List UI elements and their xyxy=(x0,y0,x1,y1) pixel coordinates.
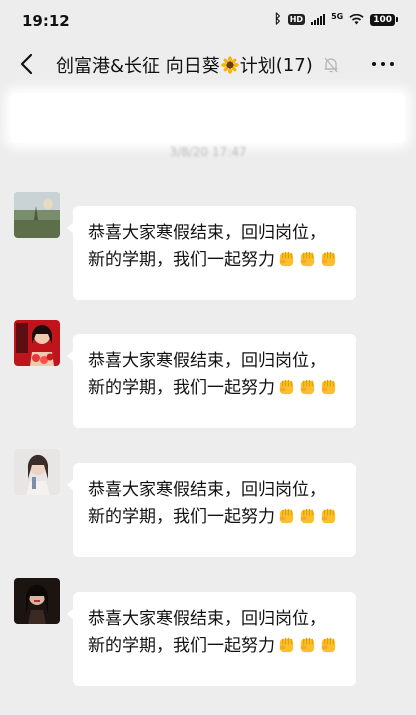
raised-fist-emoji xyxy=(300,637,315,653)
chat-title: 创富港&长征 向日葵 计划 (17) xyxy=(56,52,339,78)
more-icon[interactable] xyxy=(372,62,394,66)
pinned-notice[interactable] xyxy=(10,93,405,143)
raised-fist-emoji xyxy=(279,508,294,524)
raised-fist-emoji xyxy=(279,637,294,653)
status-bar: 19:12 ᛒ HD 5G 100 xyxy=(0,0,416,42)
raised-fist-emoji xyxy=(300,251,315,267)
wifi-icon xyxy=(349,14,364,25)
hd-badge: HD xyxy=(287,14,306,25)
raised-fist-emoji xyxy=(279,251,294,267)
back-icon[interactable] xyxy=(16,50,38,78)
avatar[interactable] xyxy=(14,192,60,238)
raised-fist-emoji xyxy=(321,508,336,524)
raised-fist-emoji xyxy=(279,379,294,395)
network-type: 5G xyxy=(331,12,344,21)
battery-icon: 100 xyxy=(370,13,398,26)
chat-header: 创富港&长征 向日葵 计划 (17) xyxy=(0,42,416,88)
mute-bell-icon xyxy=(324,57,338,73)
message-bubble[interactable]: 恭喜大家寒假结束，回归岗位，新的学期，我们一起努力 xyxy=(67,334,356,428)
raised-fist-emoji xyxy=(300,508,315,524)
sunflower-icon xyxy=(221,56,239,74)
message-timestamp: 3/8/20 17:47 xyxy=(169,145,247,159)
message-bubble[interactable]: 恭喜大家寒假结束，回归岗位，新的学期，我们一起努力 xyxy=(67,592,356,686)
chat-title-suffix: 计划 xyxy=(239,56,276,77)
bluetooth-icon: ᛒ xyxy=(273,12,282,27)
message-bubble[interactable]: 恭喜大家寒假结束，回归岗位，新的学期，我们一起努力 xyxy=(67,463,356,557)
raised-fist-emoji xyxy=(300,379,315,395)
signal-icon xyxy=(311,14,326,25)
raised-fist-emoji xyxy=(321,251,336,267)
status-time: 19:12 xyxy=(22,12,70,30)
battery-level: 100 xyxy=(370,13,395,26)
avatar[interactable] xyxy=(14,320,60,366)
chat-title-text: 创富港&长征 向日葵 xyxy=(56,56,220,77)
member-count: (17) xyxy=(275,54,313,76)
message-bubble[interactable]: 恭喜大家寒假结束，回归岗位，新的学期，我们一起努力 xyxy=(67,206,356,300)
avatar[interactable] xyxy=(14,449,60,495)
avatar[interactable] xyxy=(14,578,60,624)
raised-fist-emoji xyxy=(321,637,336,653)
status-icons: ᛒ HD 5G 100 xyxy=(274,12,398,27)
raised-fist-emoji xyxy=(321,379,336,395)
